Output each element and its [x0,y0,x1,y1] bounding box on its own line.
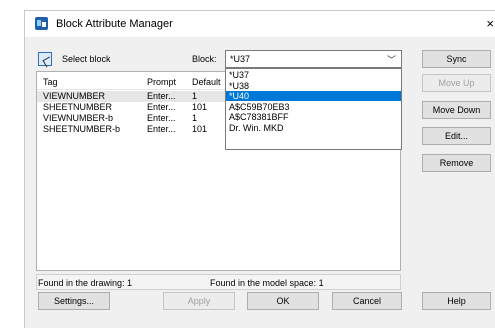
dropdown-option[interactable]: *U38 [226,81,401,91]
block-combo-value: *U37 [230,54,251,64]
column-header-prompt[interactable]: Prompt [147,77,176,87]
ok-button[interactable]: OK [247,292,319,310]
cell-prompt: Enter... [147,102,176,112]
chevron-down-icon[interactable]: ﹀ [387,53,396,66]
cell-tag: VIEWNUMBER [43,91,106,101]
block-dropdown-list[interactable]: *U37 *U38 *U40 A$C59B70EB3 A$C78381BFF Dr. Wi… [225,68,402,150]
cancel-button[interactable]: Cancel [332,292,402,310]
cell-prompt: Enter... [147,91,176,101]
dropdown-option[interactable]: Dr. Win. MKD [226,123,401,133]
move-down-button[interactable]: Move Down [422,101,491,119]
edit-button[interactable]: Edit... [422,127,491,145]
move-up-button[interactable]: Move Up [422,74,491,92]
cell-prompt: Enter... [147,113,176,123]
found-in-model-space-label: Found in the model space: 1 [210,278,324,288]
apply-button[interactable]: Apply [163,292,235,310]
found-in-drawing-label: Found in the drawing: 1 [38,278,133,288]
block-label: Block: [192,54,217,64]
title-bar: Block Attribute Manager × [25,11,495,37]
column-header-default[interactable]: Default [192,77,221,87]
cell-default: 1 [192,113,198,123]
settings-button[interactable]: Settings... [38,292,110,310]
select-block-icon[interactable] [38,52,52,66]
remove-button[interactable]: Remove [422,154,491,172]
column-header-tag[interactable]: Tag [43,77,58,87]
cell-default: 1 [192,91,198,101]
cell-prompt: Enter... [147,124,176,134]
block-combo[interactable]: *U37 ﹀ [225,50,402,68]
cell-tag: VIEWNUMBER-b [43,113,114,123]
cell-default: 101 [192,124,208,134]
block-attribute-manager-icon [35,17,48,30]
cell-tag: SHEETNUMBER [43,102,113,112]
dropdown-option[interactable]: A$C78381BFF [226,112,401,122]
sync-button[interactable]: Sync [422,50,491,68]
dropdown-option[interactable]: *U40 [226,91,401,101]
dropdown-option[interactable]: *U37 [226,70,401,80]
help-button[interactable]: Help [422,292,491,310]
cell-tag: SHEETNUMBER-b [43,124,121,134]
dropdown-option[interactable]: A$C59B70EB3 [226,102,401,112]
window-title: Block Attribute Manager [56,18,173,30]
block-attribute-manager-window: Block Attribute Manager × Select block B… [24,10,495,328]
select-block-label[interactable]: Select block [62,54,111,64]
cell-default: 101 [192,102,208,112]
close-icon[interactable]: × [486,16,494,31]
